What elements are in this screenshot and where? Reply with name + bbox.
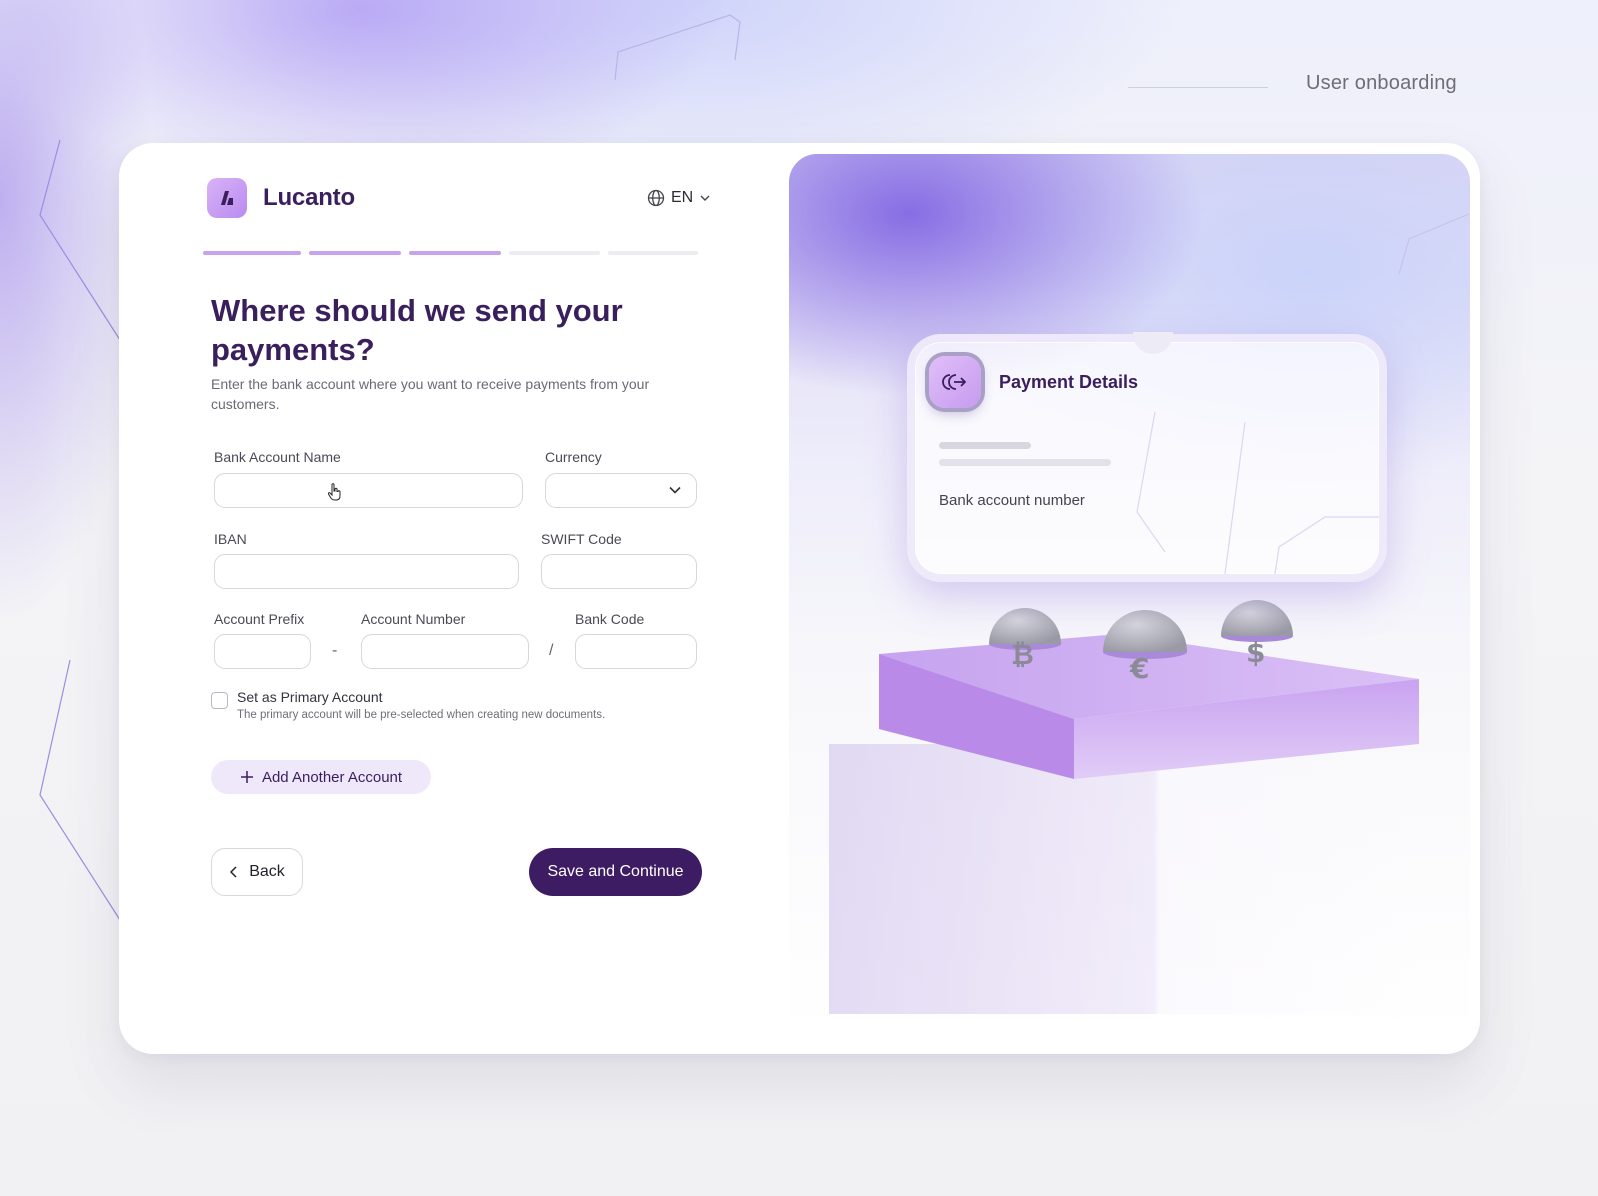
primary-account-label[interactable]: Set as Primary Account [237, 689, 383, 705]
dollar-coin-icon: $ [1246, 636, 1266, 669]
back-button[interactable]: Back [211, 848, 303, 896]
step-progress [203, 251, 698, 255]
bank-code-label: Bank Code [575, 611, 645, 627]
placeholder-bar [939, 459, 1111, 466]
payment-details-title: Payment Details [999, 372, 1139, 392]
exchange-icon [929, 356, 981, 408]
save-and-continue-button[interactable]: Save and Continue [529, 848, 702, 896]
progress-step [309, 251, 401, 255]
placeholder-bar [939, 442, 1031, 449]
progress-step [409, 251, 501, 255]
onboarding-card: Lucanto EN Where should we send your pay… [119, 143, 1480, 1054]
currency-select[interactable] [545, 473, 697, 508]
page-title: Where should we send your payments? [211, 293, 623, 367]
bank-account-name-input[interactable] [214, 473, 523, 508]
bank-code-input[interactable] [575, 634, 697, 669]
bank-code-separator: / [549, 642, 554, 659]
iban-label: IBAN [214, 531, 247, 547]
swift-code-input[interactable] [541, 554, 697, 589]
bitcoin-coin-icon: ₿ [1011, 638, 1034, 671]
progress-step [608, 251, 698, 255]
bank-account-name-label: Bank Account Name [214, 449, 341, 465]
account-prefix-label: Account Prefix [214, 611, 305, 627]
top-divider [1128, 87, 1268, 88]
swift-code-label: SWIFT Code [541, 531, 622, 547]
primary-account-checkbox[interactable] [211, 692, 228, 709]
brand-logo-icon [207, 178, 247, 218]
chevron-left-icon [230, 866, 237, 878]
payment-illustration: ₿ € $ Payment Details Bank account numbe… [789, 154, 1470, 1040]
back-label: Back [249, 863, 285, 880]
bank-account-number-label: Bank account number [939, 492, 1085, 509]
add-another-account-button[interactable]: Add Another Account [211, 760, 431, 794]
page-subtitle: Enter the bank account where you want to… [211, 376, 650, 412]
language-code: EN [671, 189, 694, 206]
iban-input[interactable] [214, 554, 519, 589]
page-section-label: User onboarding [1306, 72, 1457, 94]
payment-details-card: Payment Details Bank account number [907, 332, 1387, 582]
currency-label: Currency [545, 449, 602, 465]
language-selector[interactable]: EN [647, 189, 711, 207]
chevron-down-icon [700, 195, 710, 201]
brand: Lucanto [207, 178, 355, 218]
chevron-down-icon [669, 486, 681, 494]
account-number-label: Account Number [361, 611, 466, 627]
progress-step [509, 251, 600, 255]
hand-cursor-icon [327, 483, 341, 501]
euro-coin-icon: € [1130, 652, 1150, 685]
account-number-input[interactable] [361, 634, 529, 669]
card-decoration [1136, 411, 1379, 574]
prefix-separator: - [332, 642, 338, 659]
coin-box [879, 600, 1419, 779]
account-prefix-input[interactable] [214, 634, 311, 669]
plus-icon [240, 771, 253, 783]
progress-step [203, 251, 301, 255]
save-and-continue-label: Save and Continue [547, 863, 684, 880]
brand-name: Lucanto [263, 184, 355, 211]
globe-icon [647, 189, 665, 207]
add-another-account-label: Add Another Account [261, 768, 403, 786]
primary-account-hint: The primary account will be pre-selected… [237, 709, 606, 721]
